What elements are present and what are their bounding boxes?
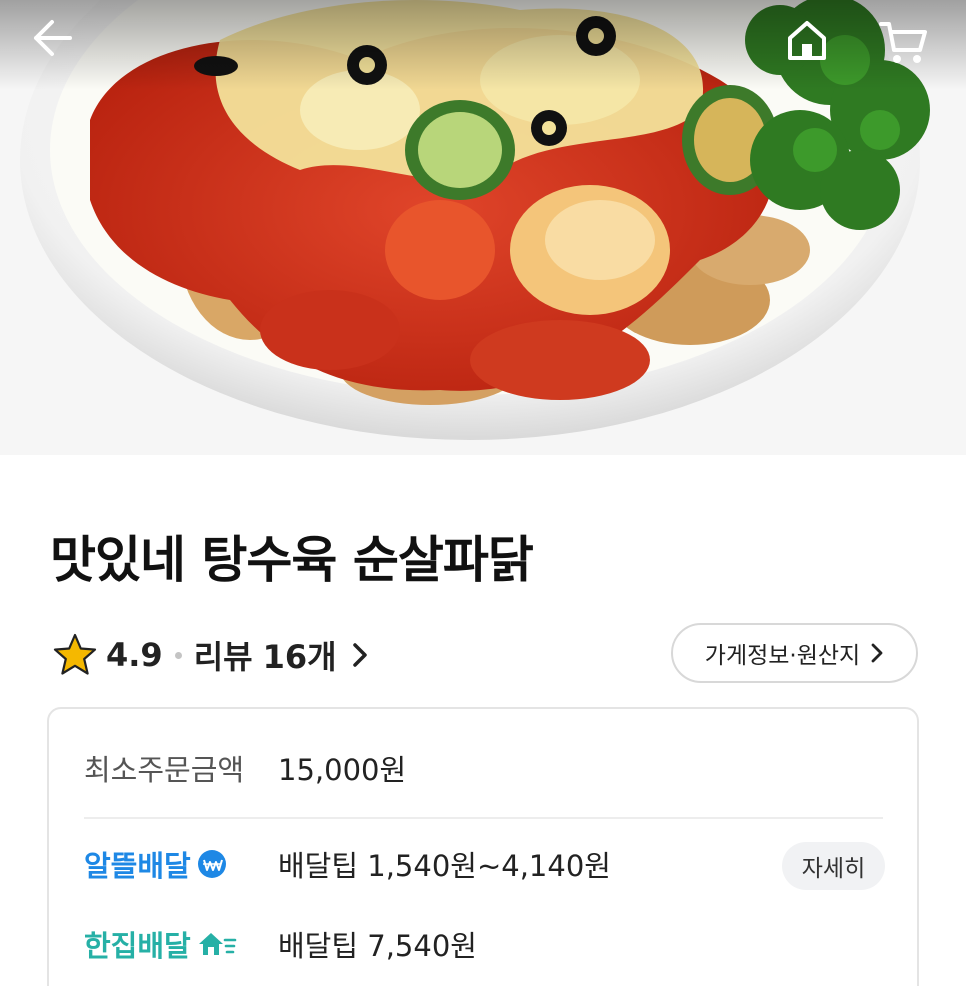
arrow-left-icon xyxy=(34,20,72,56)
delivery-detail-button[interactable]: 자세히 xyxy=(782,842,885,890)
store-title: 맛있네 탕수육 순살파닭 xyxy=(50,531,534,589)
star-icon xyxy=(53,633,97,675)
rating-row: 4.9 리뷰 16개 xyxy=(52,628,369,682)
review-link[interactable]: 리뷰 16개 xyxy=(194,632,369,678)
home-icon xyxy=(788,21,826,60)
chevron-right-icon xyxy=(871,643,883,663)
single-delivery-label: 한집배달 xyxy=(84,929,191,963)
single-delivery-row: 한집배달 배달팁 7,540원 xyxy=(84,923,477,965)
separator-dot xyxy=(174,651,182,659)
single-delivery-tip: 배달팁 7,540원 xyxy=(278,929,477,963)
min-order-row: 최소주문금액 15,000원 xyxy=(84,747,406,789)
hero-image xyxy=(0,0,966,455)
single-delivery-name: 한집배달 xyxy=(84,923,278,965)
back-button[interactable] xyxy=(30,18,86,70)
eco-delivery-row: 알뜰배달 배달팁 1,540원~4,140원 xyxy=(84,843,611,885)
delivery-info-card: 최소주문금액 15,000원 알뜰배달 배달팁 1,540원~4,140원 자세… xyxy=(47,707,919,986)
chevron-right-icon xyxy=(352,643,367,667)
store-info-label: 가게정보·원산지 xyxy=(704,643,861,669)
min-order-value: 15,000원 xyxy=(278,753,407,787)
eco-delivery-tip: 배달팁 1,540원~4,140원 xyxy=(278,849,611,883)
fast-home-icon xyxy=(198,933,237,955)
eco-delivery-label: 알뜰배달 xyxy=(84,849,191,883)
won-coin-icon xyxy=(197,850,226,878)
eco-delivery-name: 알뜰배달 xyxy=(84,843,278,885)
review-count: 16개 xyxy=(262,638,337,676)
min-order-label: 최소주문금액 xyxy=(84,753,245,787)
cart-icon xyxy=(879,22,927,63)
delivery-detail-label: 자세히 xyxy=(801,856,866,882)
review-label: 리뷰 xyxy=(193,638,253,676)
cart-button[interactable] xyxy=(878,18,934,70)
divider xyxy=(84,817,883,819)
home-button[interactable] xyxy=(785,18,841,70)
store-info-button[interactable]: 가게정보·원산지 xyxy=(671,623,918,683)
rating-value: 4.9 xyxy=(106,636,163,674)
